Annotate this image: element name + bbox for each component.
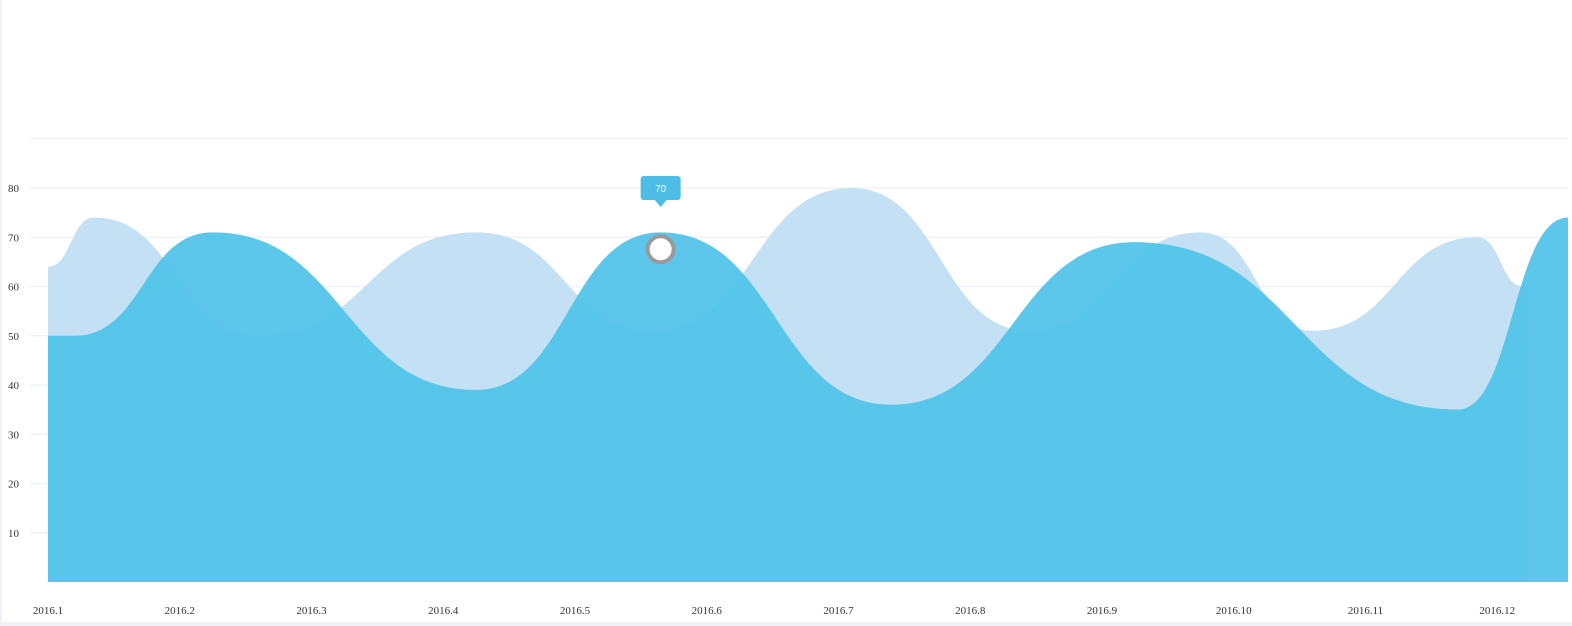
highlight-marker[interactable]: 70 — [640, 176, 681, 265]
y-tick-label: 70 — [8, 232, 20, 244]
data-point-marker[interactable] — [645, 234, 676, 265]
series-areas — [48, 188, 1568, 582]
x-tick-label: 2016.8 — [955, 605, 986, 617]
y-axis-ticks: 10 20 30 40 50 60 70 80 — [8, 183, 20, 540]
x-tick-label: 2016.5 — [560, 605, 591, 617]
y-tick-label: 20 — [8, 479, 20, 491]
x-tick-label: 2016.10 — [1216, 605, 1252, 617]
x-tick-label: 2016.7 — [823, 605, 854, 617]
tooltip-value: 70 — [655, 184, 667, 195]
chart-canvas: 1020304050607080 2016.1 2016.2 2016.3 2016.… — [8, 138, 1568, 617]
x-tick-label: 2016.1 — [33, 605, 63, 617]
tooltip-arrow — [654, 200, 667, 207]
x-axis-ticks: 2016.1 2016.2 2016.3 2016.4 2016.5 2016.6 2016… — [33, 605, 1515, 617]
y-tick-label: 50 — [8, 331, 20, 343]
x-tick-label: 2016.2 — [165, 605, 195, 617]
x-tick-label: 2016.3 — [296, 605, 327, 617]
x-tick-label: 2016.6 — [692, 605, 723, 617]
y-tick-label: 60 — [8, 282, 20, 294]
x-tick-label: 2016.11 — [1348, 605, 1383, 617]
x-tick-label: 2016.12 — [1479, 605, 1515, 617]
y-tick-label: 30 — [8, 429, 20, 441]
area-chart: 10 20 30 40 50 60 70 80 2016.1 2016.2 2016.3 2016.… — [0, 0, 1572, 626]
y-tick-label: 10 — [8, 528, 20, 540]
y-tick-label: 40 — [8, 380, 20, 392]
x-tick-label: 2016.9 — [1087, 605, 1118, 617]
y-tick-label: 80 — [8, 183, 20, 195]
x-tick-label: 2016.4 — [428, 605, 459, 617]
